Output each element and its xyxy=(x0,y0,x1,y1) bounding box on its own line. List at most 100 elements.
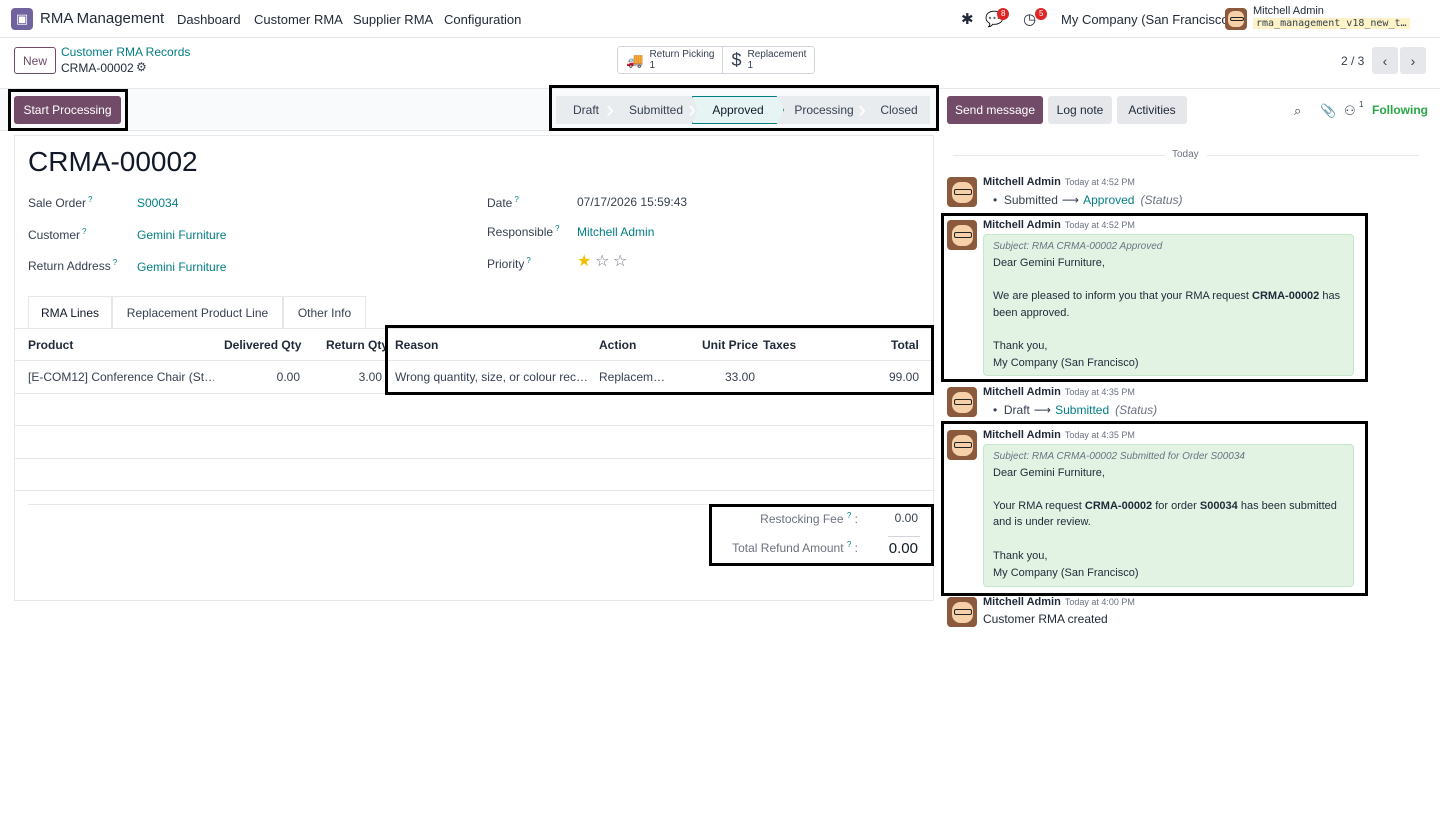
top-navbar: ▣ RMA Management Dashboard Customer RMA … xyxy=(0,0,1440,38)
return-address-value[interactable]: Gemini Furniture xyxy=(137,260,226,274)
smart-buttons: 🚚 Return Picking 1 $ Replacement 1 xyxy=(617,46,816,74)
tab-underline xyxy=(14,328,934,329)
message-line: and is under review. xyxy=(993,516,1091,528)
message-avatar[interactable] xyxy=(947,177,977,207)
message-avatar[interactable] xyxy=(947,597,977,627)
company-switcher[interactable]: My Company (San Francisco) xyxy=(1061,12,1233,27)
breadcrumb-parent[interactable]: Customer RMA Records xyxy=(61,45,190,59)
search-icon[interactable]: ⌕ xyxy=(1294,103,1301,119)
message-line: been approved. xyxy=(993,307,1070,319)
priority-star-1[interactable]: ★ xyxy=(577,251,591,271)
message-body: Customer RMA created xyxy=(983,612,1108,626)
col-delivered-qty[interactable]: Delivered Qty xyxy=(224,338,301,352)
col-reason[interactable]: Reason xyxy=(395,338,438,352)
record-title: CRMA-00002 xyxy=(28,146,198,177)
message-line: Your RMA request CRMA-00002 for order S0… xyxy=(993,500,1337,512)
table-header-line xyxy=(14,360,934,361)
col-product[interactable]: Product xyxy=(28,338,73,352)
message-author[interactable]: Mitchell Admin Today at 4:52 PM xyxy=(983,176,1135,188)
message-bubble xyxy=(983,234,1354,376)
stage-approved[interactable]: Approved xyxy=(692,96,784,124)
messages-badge: 8 xyxy=(997,8,1010,20)
cell-return-qty[interactable]: 3.00 xyxy=(330,370,382,384)
message-greeting: Dear Gemini Furniture, xyxy=(993,467,1105,479)
tab-other-info[interactable]: Other Info xyxy=(283,296,366,329)
priority-star-2[interactable]: ☆ xyxy=(595,251,609,271)
col-action[interactable]: Action xyxy=(599,338,636,352)
followers-icon[interactable]: ⚇ xyxy=(1344,103,1356,119)
col-taxes[interactable]: Taxes xyxy=(763,338,796,352)
menu-dashboard[interactable]: Dashboard xyxy=(177,12,241,27)
table-row-line xyxy=(14,490,934,491)
gear-icon[interactable]: ⚙ xyxy=(136,60,147,74)
date-divider-label: Today xyxy=(1172,149,1199,160)
bug-icon[interactable]: ✱ xyxy=(961,10,974,28)
user-name[interactable]: Mitchell Admin xyxy=(1253,5,1324,17)
cell-total[interactable]: 99.00 xyxy=(860,370,919,384)
date-value[interactable]: 07/17/2026 15:59:43 xyxy=(577,195,687,209)
paperclip-icon[interactable]: 📎 xyxy=(1320,103,1336,119)
cell-unit-price[interactable]: 33.00 xyxy=(700,370,755,384)
followers-count: 1 xyxy=(1359,100,1364,109)
date-divider-line xyxy=(1207,155,1419,156)
replacement-button[interactable]: $ Replacement 1 xyxy=(723,47,814,73)
priority-label: Priority? xyxy=(487,256,531,271)
stage-closed[interactable]: Closed xyxy=(866,96,932,124)
cell-delivered-qty[interactable]: 0.00 xyxy=(240,370,300,384)
message-subject: Subject: RMA CRMA-00002 Approved xyxy=(993,241,1163,252)
col-total[interactable]: Total xyxy=(891,338,919,352)
stage-processing[interactable]: Processing xyxy=(786,96,862,124)
priority-star-3[interactable]: ☆ xyxy=(613,251,627,271)
rma-app-icon[interactable]: ▣ xyxy=(11,8,33,30)
customer-value[interactable]: Gemini Furniture xyxy=(137,228,226,242)
start-processing-button[interactable]: Start Processing xyxy=(14,96,121,124)
sale-order-value[interactable]: S00034 xyxy=(137,196,178,210)
total-refund-value: 0.00 xyxy=(888,540,918,557)
message-greeting: Dear Gemini Furniture, xyxy=(993,257,1105,269)
return-picking-button[interactable]: 🚚 Return Picking 1 xyxy=(618,47,724,73)
tracking-value: • Draft ⟶ Submitted (Status) xyxy=(993,403,1158,417)
col-return-qty[interactable]: Return Qty xyxy=(326,338,388,352)
stage-separator: › xyxy=(606,96,614,123)
menu-configuration[interactable]: Configuration xyxy=(444,12,521,27)
cell-reason[interactable]: Wrong quantity, size, or colour rec… xyxy=(395,370,593,384)
pager-value[interactable]: 2 / 3 xyxy=(1341,54,1364,68)
cell-action[interactable]: Replacem… xyxy=(599,370,669,384)
message-author[interactable]: Mitchell Admin Today at 4:52 PM xyxy=(983,219,1135,231)
new-button[interactable]: New xyxy=(14,47,56,74)
responsible-value[interactable]: Mitchell Admin xyxy=(577,225,654,239)
message-avatar[interactable] xyxy=(947,387,977,417)
app-name[interactable]: RMA Management xyxy=(40,10,164,27)
arrow-right-icon: ⟶ xyxy=(1061,193,1080,207)
col-unit-price[interactable]: Unit Price xyxy=(702,338,758,352)
log-note-button[interactable]: Log note xyxy=(1048,96,1112,124)
user-avatar[interactable] xyxy=(1225,8,1247,30)
message-line: We are pleased to inform you that your R… xyxy=(993,290,1341,302)
message-author[interactable]: Mitchell Admin Today at 4:00 PM xyxy=(983,596,1135,608)
restocking-fee-value: 0.00 xyxy=(894,511,918,525)
message-subject: Subject: RMA CRMA-00002 Submitted for Or… xyxy=(993,451,1245,462)
date-label: Date? xyxy=(487,195,519,210)
message-avatar[interactable] xyxy=(947,430,977,460)
menu-customer-rma[interactable]: Customer RMA xyxy=(254,12,343,27)
menu-supplier-rma[interactable]: Supplier RMA xyxy=(353,12,433,27)
database-name: rma_management_v18_new_t… xyxy=(1253,18,1410,29)
message-author[interactable]: Mitchell Admin Today at 4:35 PM xyxy=(983,429,1135,441)
following-button[interactable]: Following xyxy=(1372,103,1428,117)
date-divider-line xyxy=(953,155,1165,156)
message-avatar[interactable] xyxy=(947,220,977,250)
tab-rma-lines[interactable]: RMA Lines xyxy=(28,296,112,329)
pager-next-button[interactable]: › xyxy=(1400,47,1426,74)
tab-replacement-product-line[interactable]: Replacement Product Line xyxy=(112,296,283,329)
tracking-value: • Submitted ⟶ Approved (Status) xyxy=(993,193,1183,207)
message-author[interactable]: Mitchell Admin Today at 4:35 PM xyxy=(983,386,1135,398)
stage-submitted[interactable]: Submitted xyxy=(616,96,696,124)
activities-button[interactable]: Activities xyxy=(1117,96,1187,124)
table-row-line xyxy=(14,458,934,459)
dollar-icon: $ xyxy=(731,49,742,70)
message-thanks: Thank you, xyxy=(993,340,1048,352)
pager-previous-button[interactable]: ‹ xyxy=(1372,47,1398,74)
send-message-button[interactable]: Send message xyxy=(947,96,1043,124)
cell-product[interactable]: [E-COM12] Conference Chair (St… xyxy=(28,370,214,384)
stage-draft[interactable]: Draft xyxy=(560,96,612,124)
